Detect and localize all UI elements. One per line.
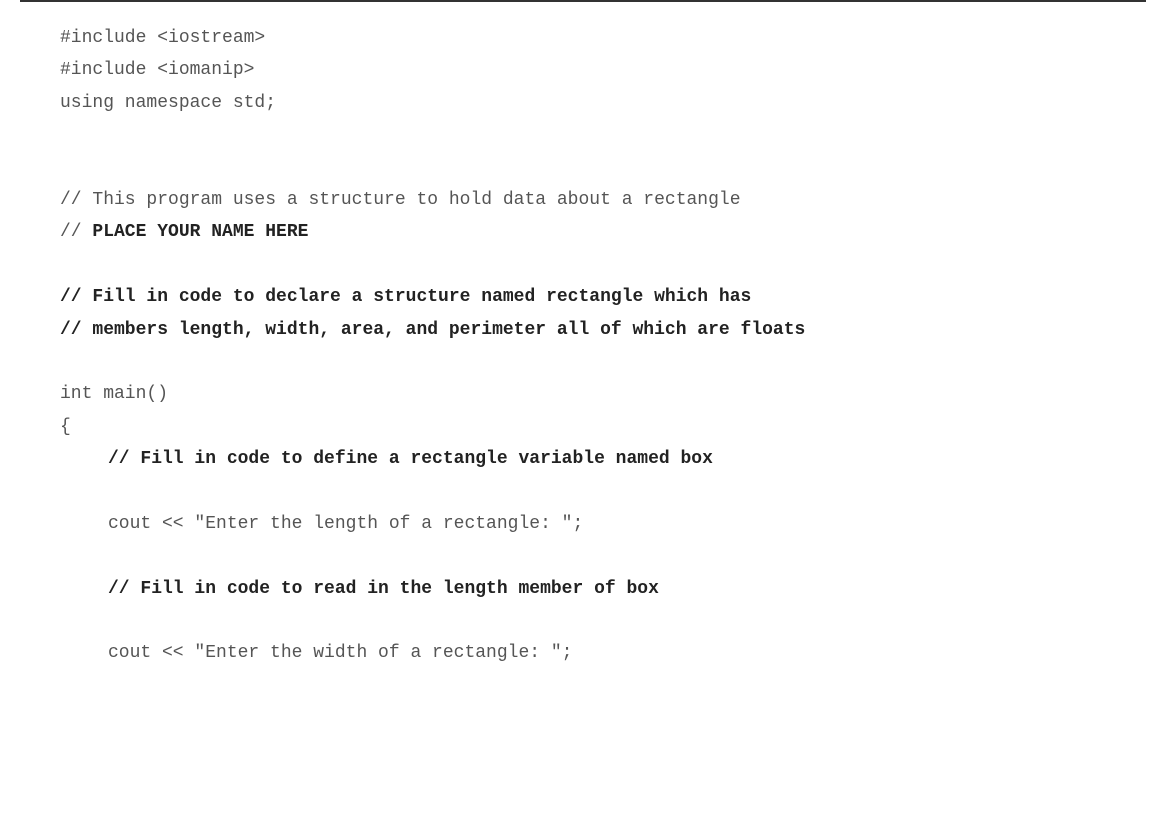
- blank-line: [60, 475, 1106, 507]
- code-line-int-main: int main(): [60, 378, 1106, 410]
- blank-line: [60, 249, 1106, 281]
- code-line-cout-width: cout << "Enter the width of a rectangle:…: [60, 637, 1106, 669]
- code-container: #include <iostream> #include <iomanip> u…: [20, 0, 1146, 670]
- code-line-place-name: // PLACE YOUR NAME HERE: [60, 216, 1106, 248]
- blank-line: [60, 119, 1106, 151]
- code-line-using-namespace: using namespace std;: [60, 87, 1106, 119]
- blank-line: [60, 540, 1106, 572]
- code-line-open-brace: {: [60, 411, 1106, 443]
- code-line-fill-declare-struct: // Fill in code to declare a structure n…: [60, 281, 1106, 313]
- code-line-fill-read-length: // Fill in code to read in the length me…: [60, 573, 1106, 605]
- code-line-cout-length: cout << "Enter the length of a rectangle…: [60, 508, 1106, 540]
- blank-line: [60, 605, 1106, 637]
- place-name-bold: PLACE YOUR NAME HERE: [92, 222, 308, 242]
- code-line-comment-program: // This program uses a structure to hold…: [60, 184, 1106, 216]
- code-line-include-iostream: #include <iostream>: [60, 22, 1106, 54]
- blank-line: [60, 152, 1106, 184]
- blank-line: [60, 346, 1106, 378]
- code-line-include-iomanip: #include <iomanip>: [60, 54, 1106, 86]
- code-line-fill-members: // members length, width, area, and peri…: [60, 314, 1106, 346]
- comment-prefix: //: [60, 222, 92, 242]
- code-line-fill-define-box: // Fill in code to define a rectangle va…: [60, 443, 1106, 475]
